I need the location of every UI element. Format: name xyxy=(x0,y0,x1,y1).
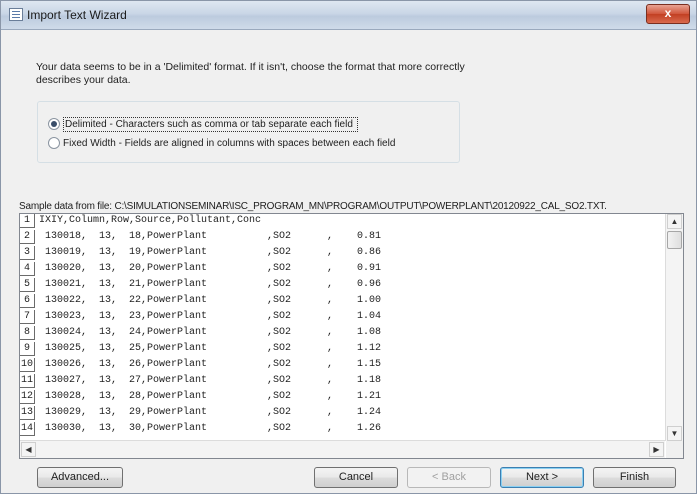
intro-text: Your data seems to be in a 'Delimited' f… xyxy=(36,61,465,86)
row-number: 8 xyxy=(20,326,35,340)
horizontal-scrollbar[interactable]: ◀ ▶ xyxy=(20,440,665,458)
vertical-scrollbar[interactable]: ▲ ▼ xyxy=(665,214,683,441)
fixed-width-label[interactable]: Fixed Width - Fields are aligned in colu… xyxy=(63,138,395,149)
finish-button[interactable]: Finish xyxy=(593,467,676,488)
row-number: 7 xyxy=(20,310,35,324)
close-button[interactable]: x xyxy=(646,4,690,24)
sample-data-grid[interactable]: 1 IXIY,Column,Row,Source,Pollutant,Conc … xyxy=(19,213,684,459)
delimited-label[interactable]: Delimited - Characters such as comma or … xyxy=(63,116,358,132)
scroll-right-icon[interactable]: ▶ xyxy=(649,442,664,457)
row-text: 130025, 13, 25,PowerPlant ,SO2 , 1.12 xyxy=(39,343,382,354)
delimited-option[interactable]: Delimited - Characters such as comma or … xyxy=(48,116,452,132)
delimited-radio[interactable] xyxy=(48,118,60,130)
row-text: 130023, 13, 23,PowerPlant ,SO2 , 1.04 xyxy=(39,311,382,322)
list-item: 13 130029, 13, 29,PowerPlant ,SO2 , 1.24 xyxy=(20,406,660,420)
list-item: 2 130018, 13, 18,PowerPlant ,SO2 , 0.81 xyxy=(20,230,660,244)
row-text: 130020, 13, 20,PowerPlant ,SO2 , 0.91 xyxy=(39,263,382,274)
import-text-wizard-window: Import Text Wizard x Your data seems to … xyxy=(0,0,697,494)
format-options-group: Delimited - Characters such as comma or … xyxy=(37,101,460,163)
row-number: 13 xyxy=(20,406,35,420)
list-item: 8 130024, 13, 24,PowerPlant ,SO2 , 1.08 xyxy=(20,326,660,340)
list-item: 10 130026, 13, 26,PowerPlant ,SO2 , 1.15 xyxy=(20,358,660,372)
back-button[interactable]: < Back xyxy=(407,467,491,488)
row-number: 4 xyxy=(20,262,35,276)
wizard-icon xyxy=(9,8,23,21)
list-item: 6 130022, 13, 22,PowerPlant ,SO2 , 1.00 xyxy=(20,294,660,308)
row-text: 130026, 13, 26,PowerPlant ,SO2 , 1.15 xyxy=(39,359,382,370)
row-number: 9 xyxy=(20,342,35,356)
list-item: 11 130027, 13, 27,PowerPlant ,SO2 , 1.18 xyxy=(20,374,660,388)
row-number: 11 xyxy=(20,374,35,388)
list-item: 9 130025, 13, 25,PowerPlant ,SO2 , 1.12 xyxy=(20,342,660,356)
row-number: 1 xyxy=(20,214,35,228)
list-item: 14 130030, 13, 30,PowerPlant ,SO2 , 1.26 xyxy=(20,422,660,436)
row-text: 130030, 13, 30,PowerPlant ,SO2 , 1.26 xyxy=(39,423,382,434)
row-text: 130024, 13, 24,PowerPlant ,SO2 , 1.08 xyxy=(39,327,382,338)
row-number: 12 xyxy=(20,390,35,404)
row-number: 5 xyxy=(20,278,35,292)
row-number: 2 xyxy=(20,230,35,244)
list-item: 1 IXIY,Column,Row,Source,Pollutant,Conc xyxy=(20,214,660,228)
list-item: 5 130021, 13, 21,PowerPlant ,SO2 , 0.96 xyxy=(20,278,660,292)
list-item: 3 130019, 13, 19,PowerPlant ,SO2 , 0.86 xyxy=(20,246,660,260)
scroll-down-icon[interactable]: ▼ xyxy=(667,426,682,441)
fixed-width-radio[interactable] xyxy=(48,137,60,149)
row-text: 130021, 13, 21,PowerPlant ,SO2 , 0.96 xyxy=(39,279,382,290)
row-number: 14 xyxy=(20,422,35,436)
sample-data-label: Sample data from file: C:\SIMULATIONSEMI… xyxy=(19,201,607,212)
vertical-scroll-thumb[interactable] xyxy=(667,231,682,249)
window-title: Import Text Wizard xyxy=(27,8,127,22)
advanced-button[interactable]: Advanced... xyxy=(37,467,123,488)
cancel-button[interactable]: Cancel xyxy=(314,467,398,488)
row-text: 130018, 13, 18,PowerPlant ,SO2 , 0.81 xyxy=(39,231,382,242)
list-item: 4 130020, 13, 20,PowerPlant ,SO2 , 0.91 xyxy=(20,262,660,276)
row-text: 130028, 13, 28,PowerPlant ,SO2 , 1.21 xyxy=(39,391,382,402)
scrollbar-corner xyxy=(666,441,683,458)
row-number: 6 xyxy=(20,294,35,308)
list-item: 7 130023, 13, 23,PowerPlant ,SO2 , 1.04 xyxy=(20,310,660,324)
next-button[interactable]: Next > xyxy=(500,467,584,488)
row-text: 130022, 13, 22,PowerPlant ,SO2 , 1.00 xyxy=(39,295,382,306)
scroll-up-icon[interactable]: ▲ xyxy=(667,214,682,229)
row-text: IXIY,Column,Row,Source,Pollutant,Conc xyxy=(39,215,262,226)
fixed-width-option[interactable]: Fixed Width - Fields are aligned in colu… xyxy=(48,135,395,151)
title-bar[interactable]: Import Text Wizard x xyxy=(1,1,696,30)
scroll-left-icon[interactable]: ◀ xyxy=(21,442,36,457)
row-number: 10 xyxy=(20,358,35,372)
row-text: 130019, 13, 19,PowerPlant ,SO2 , 0.86 xyxy=(39,247,382,258)
list-item: 12 130028, 13, 28,PowerPlant ,SO2 , 1.21 xyxy=(20,390,660,404)
row-text: 130027, 13, 27,PowerPlant ,SO2 , 1.18 xyxy=(39,375,382,386)
row-text: 130029, 13, 29,PowerPlant ,SO2 , 1.24 xyxy=(39,407,382,418)
row-number: 3 xyxy=(20,246,35,260)
